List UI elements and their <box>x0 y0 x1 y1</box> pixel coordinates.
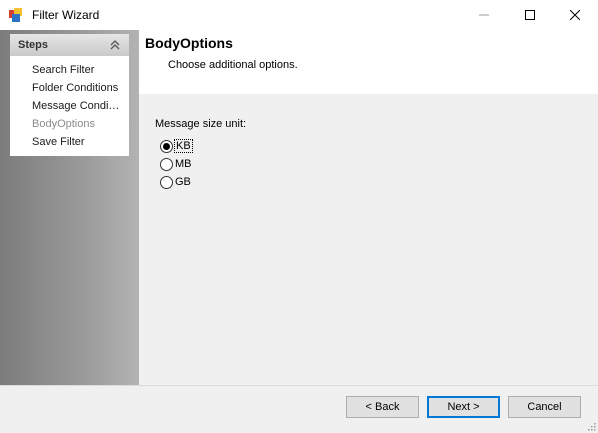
page-header: BodyOptions Choose additional options. <box>139 30 598 94</box>
app-icon <box>9 8 22 22</box>
chevron-double-up-icon[interactable] <box>109 38 121 52</box>
steps-panel: Steps Search Filter Folder Conditions Me… <box>0 30 139 385</box>
close-button[interactable] <box>552 0 598 30</box>
close-icon <box>570 10 580 20</box>
options-panel: Message size unit: KB MB GB <box>139 94 598 385</box>
step-save-filter[interactable]: Save Filter <box>32 136 85 148</box>
minimize-icon <box>479 14 489 16</box>
title-bar: Filter Wizard <box>0 0 598 30</box>
page-title: BodyOptions <box>145 35 233 51</box>
maximize-button[interactable] <box>507 0 553 30</box>
radio-gb[interactable] <box>160 176 173 189</box>
step-search-filter[interactable]: Search Filter <box>32 64 94 76</box>
next-button[interactable]: Next > <box>427 396 500 418</box>
radio-gb-label[interactable]: GB <box>175 176 191 188</box>
maximize-icon <box>525 10 535 20</box>
size-unit-label: Message size unit: <box>155 118 247 130</box>
steps-header[interactable]: Steps <box>10 34 129 56</box>
step-body-options[interactable]: BodyOptions <box>32 118 95 130</box>
steps-title: Steps <box>18 39 48 51</box>
radio-kb-label[interactable]: KB <box>174 139 193 153</box>
radio-mb-label[interactable]: MB <box>175 158 192 170</box>
radio-kb[interactable] <box>160 140 173 153</box>
step-message-conditions[interactable]: Message Condi… <box>32 100 119 112</box>
window-title: Filter Wizard <box>32 8 100 22</box>
step-folder-conditions[interactable]: Folder Conditions <box>32 82 118 94</box>
button-bar: < Back Next > Cancel <box>0 385 598 433</box>
radio-selected-dot <box>163 143 170 150</box>
minimize-button[interactable] <box>461 0 507 30</box>
cancel-button[interactable]: Cancel <box>508 396 581 418</box>
page-subtitle: Choose additional options. <box>168 59 298 71</box>
resize-grip-icon[interactable] <box>586 421 596 431</box>
back-button[interactable]: < Back <box>346 396 419 418</box>
steps-box: Steps Search Filter Folder Conditions Me… <box>10 34 129 156</box>
radio-mb[interactable] <box>160 158 173 171</box>
